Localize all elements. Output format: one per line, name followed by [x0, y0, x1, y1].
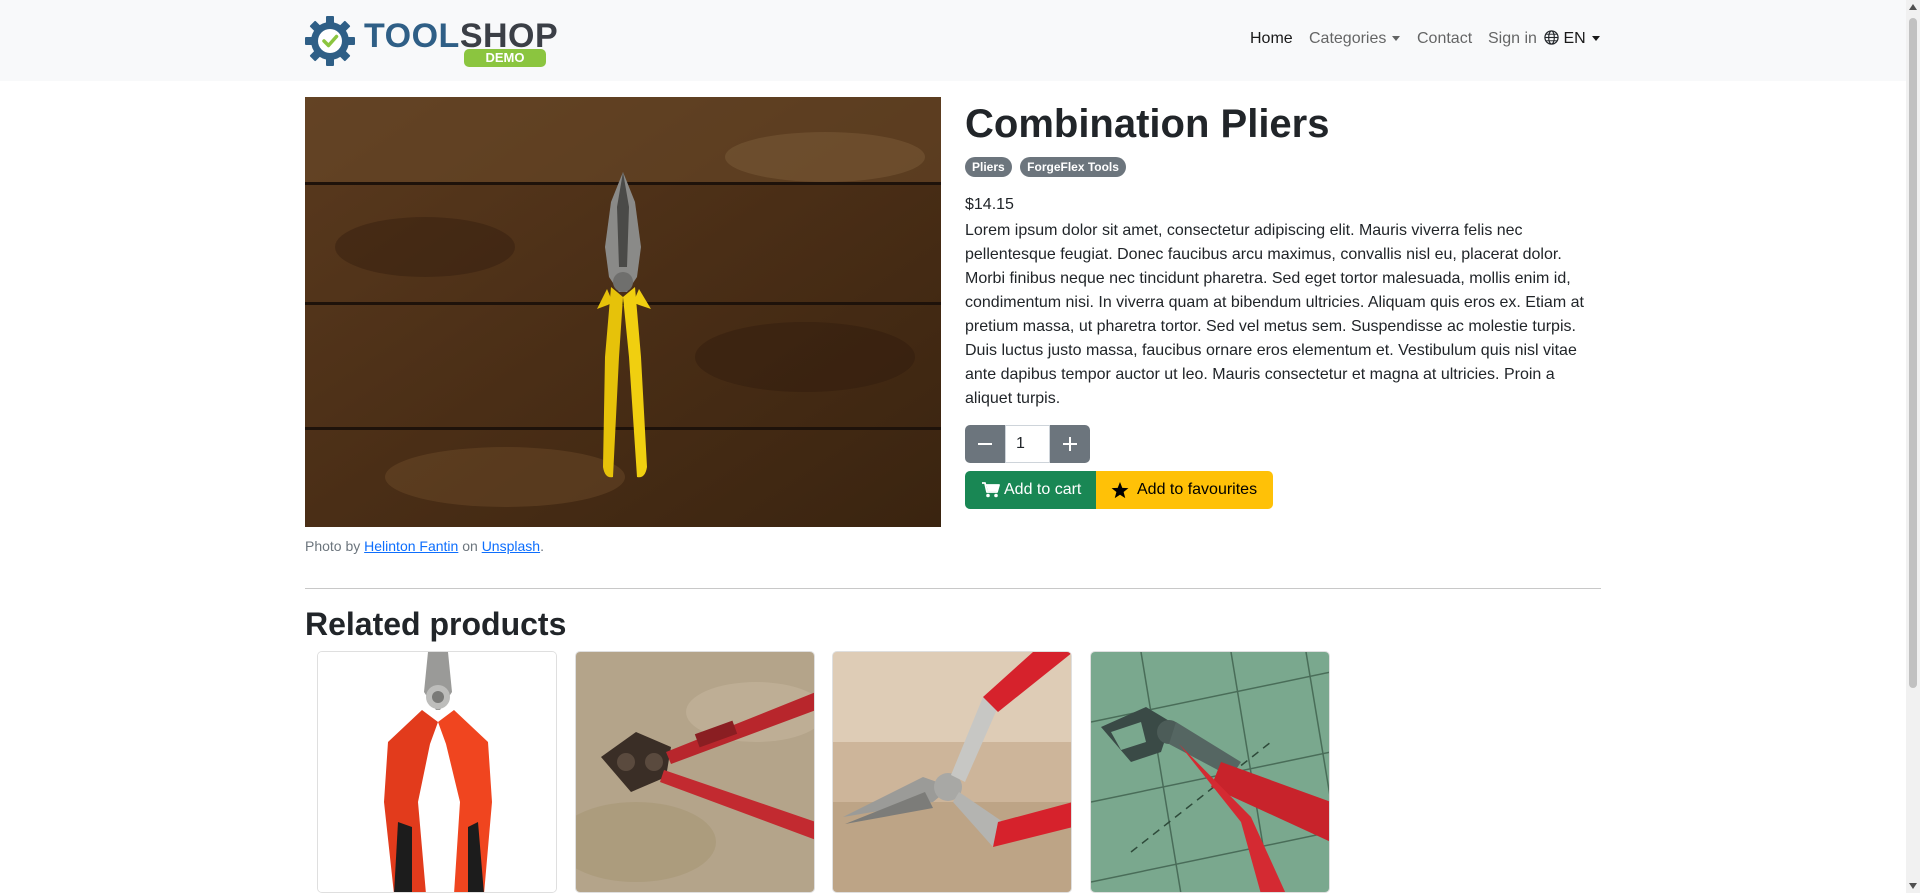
- bolt-cutter-photo: [576, 652, 814, 892]
- globe-icon: [1544, 30, 1559, 45]
- brand-logo[interactable]: TOOLSHOP DEMO: [304, 13, 558, 69]
- add-to-favourites-button[interactable]: Add to favourites: [1096, 471, 1273, 509]
- credit-suffix: .: [540, 538, 544, 554]
- related-products-title: Related products: [305, 606, 567, 642]
- product-title: Combination Pliers: [965, 102, 1330, 146]
- needle-nose-pliers-photo: [833, 652, 1071, 892]
- product-price: $14.15: [965, 196, 1014, 213]
- tag-badge-brand: ForgeFlex Tools: [1020, 157, 1126, 177]
- add-to-cart-label: Add to cart: [1004, 481, 1082, 498]
- nav-signin-link[interactable]: Sign in: [1488, 30, 1537, 48]
- language-dropdown[interactable]: EN: [1544, 30, 1600, 48]
- water-pump-pliers-photo: [1091, 652, 1329, 892]
- nav-home-link[interactable]: Home: [1250, 30, 1293, 48]
- photo-credit: Photo by Helinton Fantin on Unsplash.: [305, 538, 544, 554]
- scroll-down-arrow-icon[interactable]: [1909, 883, 1917, 889]
- scrollbar-thumb[interactable]: [1909, 18, 1917, 688]
- brand-name: TOOLSHOP: [364, 19, 558, 53]
- combination-pliers-photo: [305, 97, 941, 527]
- nav-contact-link[interactable]: Contact: [1417, 30, 1472, 48]
- caret-down-icon: [1392, 36, 1401, 42]
- related-product-card[interactable]: [1090, 651, 1330, 893]
- tag-badge-category: Pliers: [965, 157, 1012, 177]
- nav-categories-dropdown[interactable]: Categories: [1309, 30, 1401, 48]
- quantity-input[interactable]: 1: [1005, 425, 1050, 463]
- credit-author-link[interactable]: Helinton Fantin: [364, 538, 458, 554]
- product-tags: Pliers ForgeFlex Tools: [965, 157, 1130, 177]
- credit-middle: on: [462, 538, 478, 554]
- add-to-favourites-label: Add to favourites: [1137, 481, 1258, 498]
- language-label: EN: [1563, 30, 1586, 47]
- credit-prefix: Photo by: [305, 538, 361, 554]
- related-product-card[interactable]: [832, 651, 1072, 893]
- star-icon: [1111, 482, 1129, 499]
- brand-name-part1: TOOL: [364, 17, 460, 55]
- related-product-card[interactable]: [575, 651, 815, 893]
- add-to-cart-button[interactable]: Add to cart: [965, 471, 1096, 509]
- brand-demo-badge: DEMO: [464, 49, 546, 67]
- caret-down-icon: [1591, 36, 1600, 42]
- related-product-card[interactable]: [317, 651, 557, 893]
- red-pliers-photo: [318, 652, 556, 892]
- scroll-up-arrow-icon[interactable]: [1909, 4, 1917, 10]
- increase-quantity-button[interactable]: [1050, 425, 1090, 463]
- gear-logo-icon: [305, 16, 355, 66]
- cart-icon: [982, 482, 1000, 498]
- section-divider: [305, 588, 1601, 589]
- decrease-quantity-button[interactable]: [965, 425, 1005, 463]
- plus-icon: [1063, 437, 1077, 451]
- credit-site-link[interactable]: Unsplash: [482, 538, 540, 554]
- page-scrollbar[interactable]: [1906, 0, 1920, 893]
- navbar: TOOLSHOP DEMO Home Categories Contact Si…: [0, 0, 1906, 81]
- nav-categories-label: Categories: [1309, 30, 1387, 47]
- product-description: Lorem ipsum dolor sit amet, consectetur …: [965, 222, 1584, 407]
- product-image: [305, 97, 941, 527]
- minus-icon: [978, 443, 992, 445]
